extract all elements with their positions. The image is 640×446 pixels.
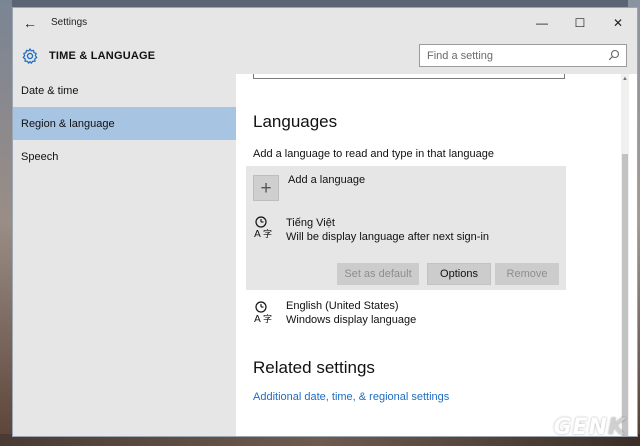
scroll-up-icon[interactable]: ▲ xyxy=(621,76,629,82)
language-description: Will be display language after next sign… xyxy=(286,231,490,243)
sidebar-item-date-time[interactable]: Date & time xyxy=(13,74,236,107)
window-title: Settings xyxy=(51,17,88,28)
settings-window: ← Settings — ☐ ✕ TIME & LANGUAGE Find a … xyxy=(12,7,638,437)
add-language-button[interactable]: + Add a language xyxy=(246,166,566,207)
sidebar-item-speech[interactable]: Speech xyxy=(13,140,236,173)
svg-text:字: 字 xyxy=(263,313,272,324)
close-button[interactable]: ✕ xyxy=(599,8,637,37)
search-icon[interactable] xyxy=(608,49,620,61)
vertical-scrollbar[interactable]: ▲ xyxy=(621,74,629,436)
sidebar: Date & time Region & language Speech xyxy=(13,74,236,436)
language-description: Windows display language xyxy=(286,314,417,326)
language-icon: A 字 xyxy=(254,301,272,324)
language-item-selected[interactable]: A 字 Tiếng Việt Will be display language … xyxy=(246,207,566,290)
svg-text:字: 字 xyxy=(263,228,272,239)
language-name: Tiếng Việt xyxy=(286,217,335,229)
svg-text:A: A xyxy=(254,314,261,324)
set-as-default-button[interactable]: Set as default xyxy=(337,263,419,285)
back-button[interactable]: ← xyxy=(13,8,47,37)
languages-heading: Languages xyxy=(253,112,338,131)
desktop-wallpaper-left xyxy=(0,0,12,446)
arrow-left-icon: ← xyxy=(23,14,37,31)
svg-text:A: A xyxy=(254,229,261,239)
watermark-prefix: GEN xyxy=(553,415,608,440)
search-input[interactable] xyxy=(420,49,600,62)
language-name: English (United States) xyxy=(286,300,399,312)
sidebar-item-label: Speech xyxy=(21,150,59,163)
language-item[interactable]: A 字 English (United States) Windows disp… xyxy=(246,294,566,334)
language-icon: A 字 xyxy=(254,216,272,239)
sidebar-item-region-language[interactable]: Region & language xyxy=(13,107,236,140)
sidebar-item-label: Region & language xyxy=(21,117,115,130)
options-button[interactable]: Options xyxy=(427,263,491,285)
remove-button[interactable]: Remove xyxy=(495,263,559,285)
scrolled-panel-edge xyxy=(253,74,565,79)
related-settings-heading: Related settings xyxy=(253,358,375,377)
close-icon: ✕ xyxy=(612,15,624,30)
main-content: Languages Add a language to read and typ… xyxy=(236,74,629,436)
scroll-thumb[interactable] xyxy=(622,154,628,436)
add-language-label: Add a language xyxy=(288,174,366,186)
plus-icon: + xyxy=(253,175,279,201)
maximize-icon: ☐ xyxy=(574,15,586,30)
minimize-button[interactable]: — xyxy=(523,8,561,37)
page-header: TIME & LANGUAGE xyxy=(13,37,637,74)
minimize-icon: — xyxy=(536,15,548,30)
title-bar: ← Settings — ☐ ✕ xyxy=(13,8,637,37)
languages-subtext: Add a language to read and type in that … xyxy=(253,148,494,160)
gear-icon xyxy=(22,47,38,64)
watermark-logo: GENK xyxy=(553,415,626,440)
page-title: TIME & LANGUAGE xyxy=(49,49,156,62)
sidebar-item-label: Date & time xyxy=(21,84,79,97)
watermark-suffix: K xyxy=(607,415,626,440)
window-controls: — ☐ ✕ xyxy=(523,8,637,37)
maximize-button[interactable]: ☐ xyxy=(561,8,599,37)
additional-settings-link[interactable]: Additional date, time, & regional settin… xyxy=(253,391,449,403)
search-box[interactable] xyxy=(419,44,627,67)
